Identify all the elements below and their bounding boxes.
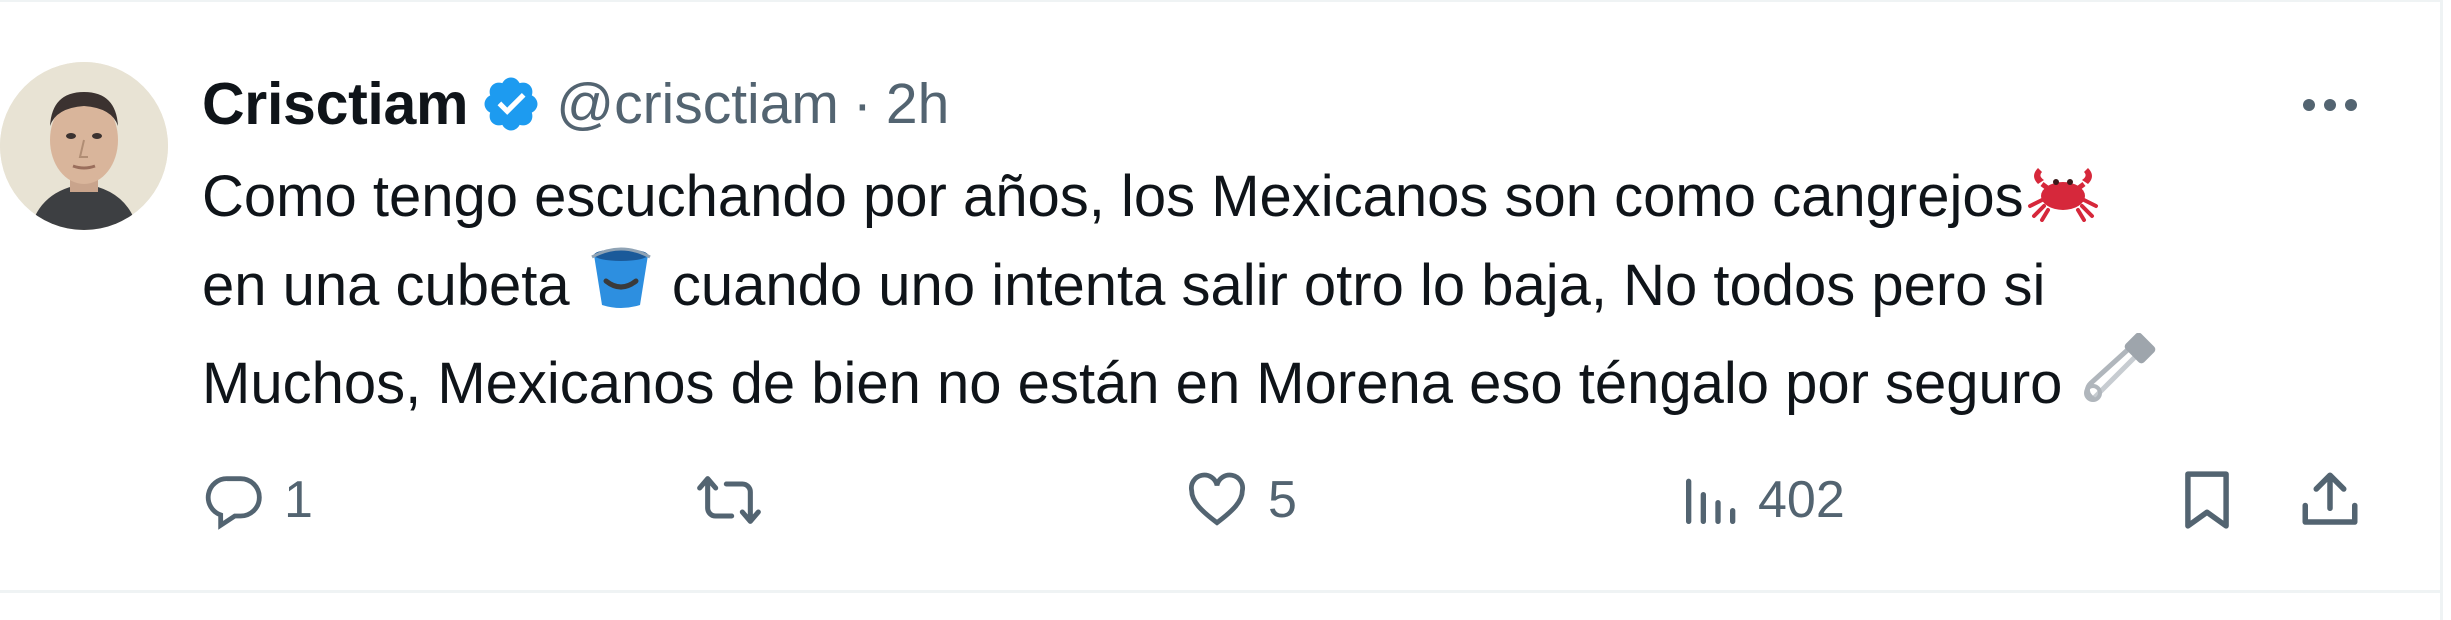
top-divider <box>0 0 2440 2</box>
timeline-border <box>2440 0 2443 620</box>
like-count: 5 <box>1268 471 1297 529</box>
share-button[interactable] <box>2297 460 2363 540</box>
bucket-emoji <box>586 245 656 333</box>
author-name[interactable]: Crisctiam <box>202 70 469 138</box>
heart-icon <box>1189 472 1245 526</box>
avatar-photo <box>0 62 168 230</box>
bookmark-button[interactable] <box>2177 460 2237 540</box>
share-icon <box>2302 472 2358 525</box>
tweet-actions: 1 5 402 <box>202 460 2402 540</box>
more-options-icon[interactable] <box>2290 80 2370 130</box>
avatar[interactable] <box>0 62 168 230</box>
tweet-header: Crisctiam @crisctiam · 2h <box>202 64 949 144</box>
reply-count: 1 <box>284 471 313 529</box>
timestamp[interactable]: 2h <box>886 71 949 137</box>
tweet-text-line-3: Muchos, Mexicanos de bien no están en Mo… <box>202 332 2402 431</box>
reply-icon <box>205 476 262 530</box>
bottom-divider <box>0 590 2440 593</box>
tweet-text-line-2: en una cubeta cuando uno intenta salir o… <box>202 244 2402 333</box>
repost-button[interactable] <box>692 460 784 540</box>
tweet-text-line-1: Como tengo escuchando por años, los Mexi… <box>202 155 2402 244</box>
bookmark-icon <box>2185 471 2229 529</box>
views-button[interactable]: 402 <box>1680 460 1845 540</box>
tweet-text: Como tengo escuchando por años, los Mexi… <box>202 155 2402 431</box>
header-separator: · <box>852 72 872 136</box>
like-button[interactable]: 5 <box>1184 460 1297 540</box>
analytics-icon <box>1686 478 1736 524</box>
repost-icon <box>697 476 761 524</box>
view-count: 402 <box>1758 471 1845 529</box>
crab-emoji <box>2024 158 2102 244</box>
safety-pin-emoji <box>2079 332 2159 431</box>
author-handle[interactable]: @crisctiam <box>556 71 839 137</box>
verified-badge-icon <box>480 73 542 135</box>
reply-button[interactable]: 1 <box>202 460 313 540</box>
